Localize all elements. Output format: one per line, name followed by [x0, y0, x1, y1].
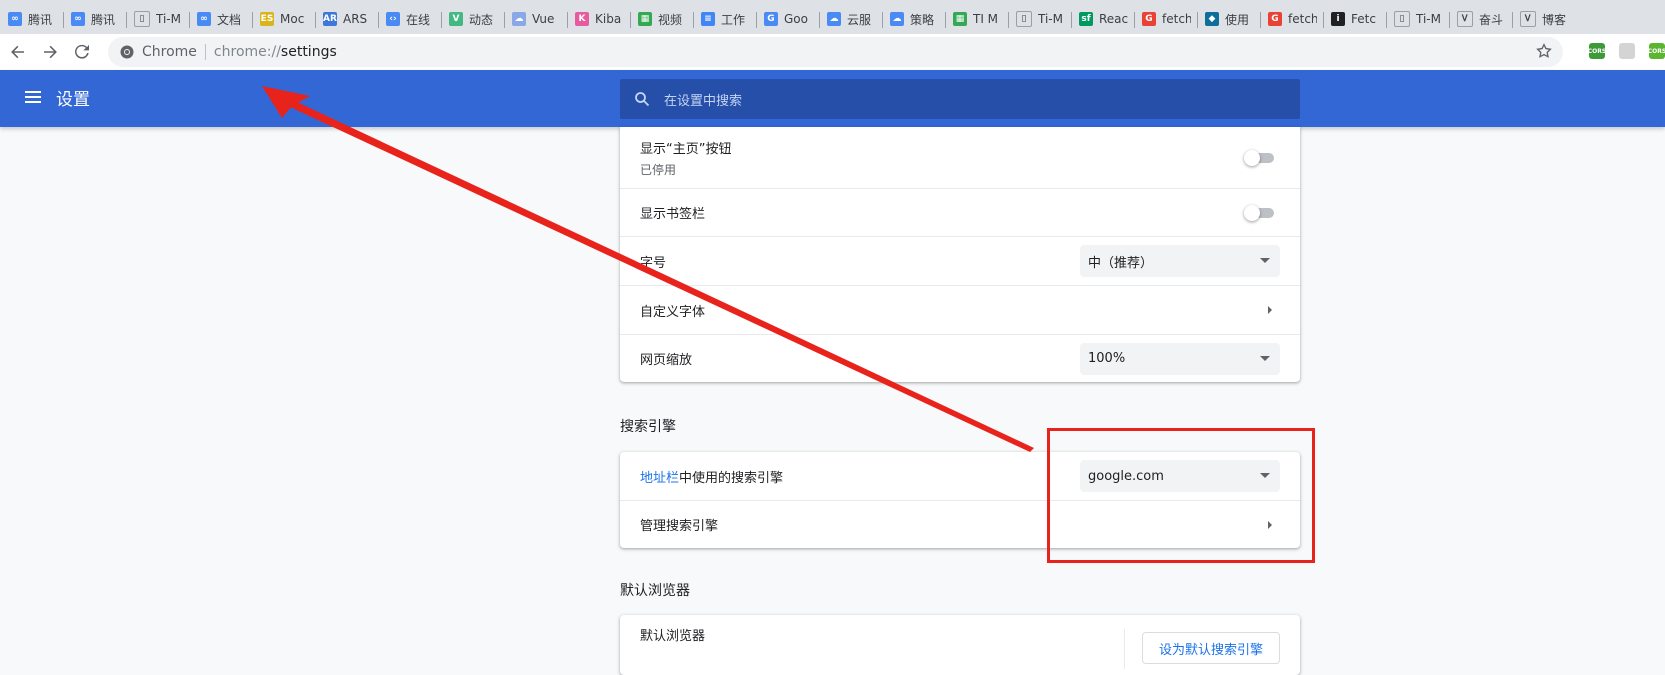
annotation-arrow [262, 86, 1034, 452]
